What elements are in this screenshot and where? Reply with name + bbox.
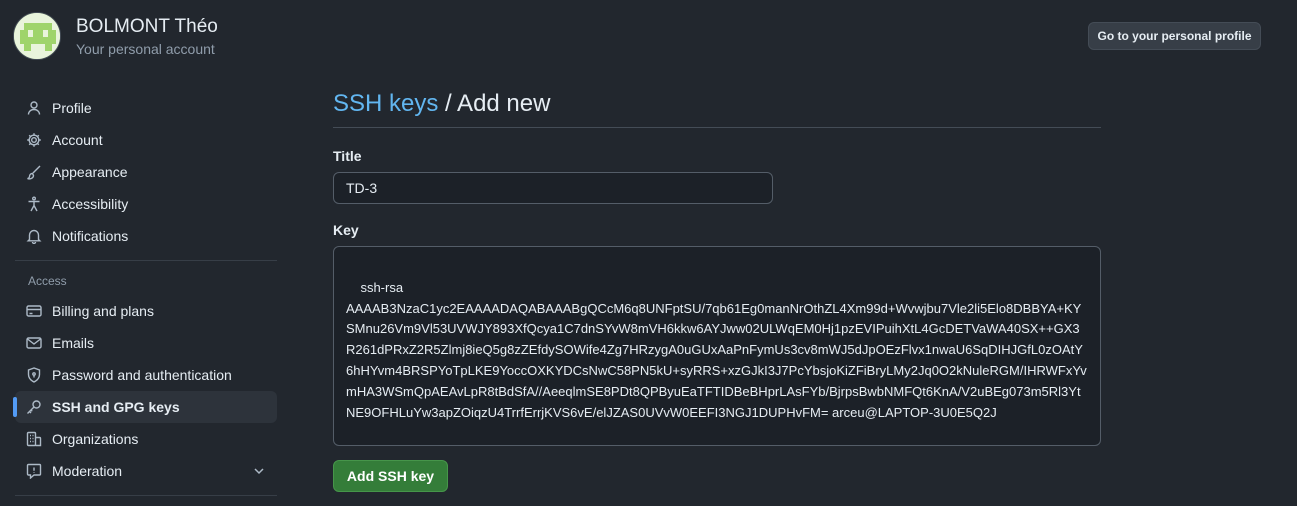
sidebar-item-label: Appearance <box>52 164 128 180</box>
sidebar-item-password-authentication[interactable]: Password and authentication <box>15 359 277 391</box>
sidebar-item-notifications[interactable]: Notifications <box>15 220 277 252</box>
settings-sidebar: Profile Account Appearance Accessibility… <box>13 92 277 504</box>
add-ssh-key-button[interactable]: Add SSH key <box>333 460 448 492</box>
sidebar-item-organizations[interactable]: Organizations <box>15 423 277 455</box>
sidebar-item-moderation[interactable]: Moderation <box>15 455 277 487</box>
key-textarea[interactable]: ssh-rsa AAAAB3NzaC1yc2EAAAADAQABAAABgQCc… <box>333 246 1101 446</box>
sidebar-divider <box>15 495 277 496</box>
sidebar-section-access: Access <box>28 274 67 288</box>
credit-card-icon <box>26 303 42 319</box>
sidebar-item-accessibility[interactable]: Accessibility <box>15 188 277 220</box>
sidebar-item-ssh-gpg-keys[interactable]: SSH and GPG keys <box>13 391 277 423</box>
account-header: BOLMONT Théo Your personal account Go to… <box>0 0 1297 70</box>
resize-handle-icon[interactable] <box>1089 434 1098 443</box>
organization-icon <box>26 431 42 447</box>
sidebar-item-label: Account <box>52 132 103 148</box>
account-subtitle: Your personal account <box>76 41 215 57</box>
sidebar-item-label: Organizations <box>52 431 139 447</box>
sidebar-item-label: Emails <box>52 335 95 351</box>
title-field-label: Title <box>333 148 362 164</box>
mail-icon <box>26 335 42 351</box>
gear-icon <box>26 132 42 148</box>
sidebar-item-label: SSH and GPG keys <box>52 399 180 415</box>
paintbrush-icon <box>26 164 42 180</box>
sidebar-item-account[interactable]: Account <box>15 124 277 156</box>
breadcrumb-ssh-keys-link[interactable]: SSH keys <box>333 90 438 117</box>
sidebar-item-profile[interactable]: Profile <box>15 92 277 124</box>
sidebar-item-label: Notifications <box>52 228 129 244</box>
page-title: SSH keys / Add new <box>333 88 1101 124</box>
accessibility-icon <box>26 196 42 212</box>
add-ssh-key-form: SSH keys / Add new Title TD-3 Key ssh-rs… <box>333 88 1101 492</box>
chevron-down-icon[interactable] <box>251 463 267 479</box>
report-icon <box>26 463 42 479</box>
account-name: BOLMONT Théo <box>76 16 218 37</box>
sidebar-item-label: Accessibility <box>52 196 129 212</box>
sidebar-item-emails[interactable]: Emails <box>15 327 277 359</box>
sidebar-item-label: Password and authentication <box>52 367 232 383</box>
bell-icon <box>26 228 42 244</box>
sidebar-item-billing[interactable]: Billing and plans <box>15 295 277 327</box>
go-to-profile-button[interactable]: Go to your personal profile <box>1088 22 1261 50</box>
sidebar-divider <box>15 260 277 261</box>
breadcrumb-current: / Add new <box>438 90 551 117</box>
person-icon <box>26 100 42 116</box>
avatar[interactable] <box>13 12 61 60</box>
sidebar-item-appearance[interactable]: Appearance <box>15 156 277 188</box>
title-input[interactable]: TD-3 <box>333 172 773 204</box>
sidebar-item-label: Billing and plans <box>52 303 154 319</box>
title-divider <box>333 127 1101 128</box>
key-icon <box>26 399 42 415</box>
shield-lock-icon <box>26 367 42 383</box>
sidebar-item-label: Moderation <box>52 463 123 479</box>
key-textarea-value: ssh-rsa AAAAB3NzaC1yc2EAAAADAQABAAABgQCc… <box>346 279 1087 420</box>
sidebar-item-label: Profile <box>52 100 92 116</box>
key-field-label: Key <box>333 222 359 238</box>
